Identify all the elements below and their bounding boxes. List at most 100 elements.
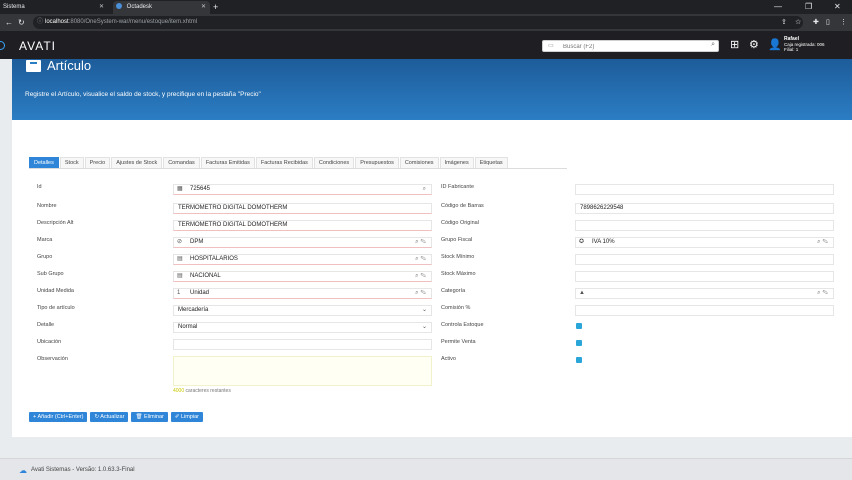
- close-tab-icon[interactable]: ✕: [201, 1, 206, 13]
- clear-button[interactable]: ✐ Limpiar: [170, 412, 204, 422]
- label-detalle: Detalle: [37, 322, 55, 328]
- label-grupo-fiscal: Grupo Fiscal: [441, 237, 473, 243]
- back-arrow-icon[interactable]: ←: [5, 16, 13, 29]
- label-categoria: Categoría: [441, 288, 466, 294]
- update-button[interactable]: ↻ Actualizar: [90, 412, 129, 422]
- tab-facturas-emitidas[interactable]: Facturas Emitidas: [200, 157, 255, 168]
- extensions-icon[interactable]: ✚: [813, 17, 819, 28]
- comision-field[interactable]: [575, 305, 834, 316]
- tab-comisiones[interactable]: Comisiones: [399, 157, 439, 168]
- label-ubicacion: Ubicación: [37, 339, 62, 345]
- id-fabricante-field[interactable]: [575, 184, 834, 195]
- tab-imagenes[interactable]: Imágenes: [439, 157, 474, 168]
- cloud-icon: ☁: [19, 466, 27, 475]
- search-icon[interactable]: ⌕: [711, 41, 715, 49]
- tab-presupuestos[interactable]: Presupuestos: [355, 157, 399, 168]
- tab-precio[interactable]: Precio: [84, 157, 111, 168]
- char-counter: 4000 caracteres restantes: [173, 388, 231, 394]
- search-input[interactable]: [563, 42, 703, 51]
- char-count-text: caracteres restantes: [185, 388, 231, 394]
- footer-text: Avati Sistemas - Versão: 1.0.63.3-Final: [31, 467, 135, 473]
- add-button[interactable]: + Añadir (Ctrl+Enter): [29, 412, 88, 422]
- add-square-icon[interactable]: ⊞: [730, 39, 739, 51]
- info-icon: ⓘ: [37, 19, 44, 25]
- tax-icon: ✪: [579, 239, 585, 245]
- keyboard-icon: ▭: [548, 43, 554, 49]
- url-input[interactable]: ⓘ localhost:8080/OneSystem-war/menu/esto…: [33, 16, 803, 29]
- grupo-fiscal-field[interactable]: ✪ IVA 10% ⌕✎: [575, 237, 834, 248]
- id-field[interactable]: ▦ 725645 ⌕: [173, 184, 432, 195]
- marca-field[interactable]: ⊘ DPM ⌕✎: [173, 237, 432, 248]
- close-tab-icon[interactable]: ✕: [99, 1, 104, 13]
- codigo-barras-field[interactable]: 7898626229548: [575, 203, 834, 214]
- tab-comandas[interactable]: Comandas: [163, 157, 200, 168]
- tab-ajustes-stock[interactable]: Ajustes de Stock: [111, 157, 163, 168]
- share-icon[interactable]: ⇪: [781, 17, 787, 28]
- label-codigo-barras: Código de Barras: [441, 203, 484, 209]
- detalle-select[interactable]: Normal ⌄: [173, 322, 432, 333]
- group-icon: ▤: [177, 256, 183, 262]
- tab-condiciones[interactable]: Condiciones: [313, 157, 355, 168]
- menu-kebab-icon[interactable]: ⋮: [840, 17, 847, 28]
- tab-detalles[interactable]: Detalles: [29, 157, 59, 168]
- ubicacion-field[interactable]: [173, 339, 432, 350]
- tipo-select[interactable]: Mercadería ⌄: [173, 305, 432, 316]
- label-codigo-original: Código Original: [441, 220, 479, 226]
- sidebar-icon[interactable]: ▯: [826, 17, 830, 28]
- search-edit-icons[interactable]: ⌕✎: [817, 238, 830, 247]
- observacion-textarea[interactable]: [173, 356, 432, 386]
- search-edit-icons[interactable]: ⌕✎: [415, 238, 428, 247]
- label-comision: Comisión %: [441, 305, 471, 311]
- article-form-panel: Detalles Stock Precio Ajustes de Stock C…: [12, 120, 852, 437]
- browser-address-bar: ← ↻ ⓘ localhost:8080/OneSystem-war/menu/…: [0, 14, 852, 31]
- subgrupo-value: NACIONAL: [190, 273, 221, 279]
- tab-etiquetas[interactable]: Etiquetas: [474, 157, 508, 168]
- categoria-field[interactable]: ▲ ⌕✎: [575, 288, 834, 299]
- tipo-value: Mercadería: [178, 307, 209, 313]
- controla-estoque-checkbox[interactable]: [576, 323, 582, 329]
- article-icon: [26, 60, 41, 72]
- browser-tab-sistema[interactable]: Sistema ✕: [0, 1, 108, 14]
- permite-venta-checkbox[interactable]: [576, 340, 582, 346]
- user-avatar-icon[interactable]: 👤: [768, 39, 782, 51]
- stock-maximo-field[interactable]: [575, 271, 834, 282]
- close-window-icon[interactable]: ✕: [834, 1, 841, 13]
- activo-checkbox[interactable]: [576, 357, 582, 363]
- chevron-down-icon: ⌄: [421, 307, 427, 313]
- label-grupo: Grupo: [37, 254, 53, 260]
- global-search[interactable]: ▭ ⌕: [542, 40, 719, 52]
- grupo-value: HOSPITALARIOS: [190, 256, 238, 262]
- search-edit-icons[interactable]: ⌕✎: [415, 289, 428, 298]
- search-edit-icons[interactable]: ⌕✎: [817, 289, 830, 298]
- reload-icon[interactable]: ↻: [18, 16, 25, 29]
- char-count-number: 4000: [173, 388, 185, 394]
- tab-stock[interactable]: Stock: [59, 157, 84, 168]
- stock-minimo-field[interactable]: [575, 254, 834, 265]
- app-footer: ☁ Avati Sistemas - Versão: 1.0.63.3-Fina…: [0, 458, 852, 480]
- nombre-field[interactable]: TERMOMETRO DIGITAL DOMOTHERM: [173, 203, 432, 214]
- grupo-field[interactable]: ▤ HOSPITALARIOS ⌕✎: [173, 254, 432, 265]
- new-tab-button[interactable]: +: [213, 1, 218, 13]
- label-tipo: Tipo de artículo: [37, 305, 75, 311]
- codigo-original-field[interactable]: [575, 220, 834, 231]
- search-edit-icons[interactable]: ⌕✎: [415, 255, 428, 264]
- gear-icon[interactable]: ⚙: [749, 39, 759, 51]
- logo-mark-icon: [0, 41, 5, 50]
- unidad-field[interactable]: 1 Unidad ⌕✎: [173, 288, 432, 299]
- browser-tab-octadesk[interactable]: Octadesk ✕: [113, 1, 210, 14]
- label-permite-venta: Permite Venta: [441, 339, 476, 345]
- subgrupo-field[interactable]: ▤ NACIONAL ⌕✎: [173, 271, 432, 282]
- grupo-fiscal-value: IVA 10%: [592, 239, 615, 245]
- star-icon[interactable]: ☆: [795, 17, 801, 28]
- chevron-down-icon: ⌄: [421, 324, 427, 330]
- user-info: Rafael Caja registrada: 006 Filial: 1: [784, 37, 825, 53]
- delete-button[interactable]: 🗑 Eliminar: [131, 412, 168, 422]
- restore-window-icon[interactable]: ❐: [805, 1, 812, 13]
- descripcion-field[interactable]: TERMOMETRO DIGITAL DOMOTHERM: [173, 220, 432, 231]
- minimize-window-icon[interactable]: —: [774, 1, 782, 13]
- search-edit-icons[interactable]: ⌕✎: [415, 272, 428, 281]
- app-logo[interactable]: AVATI: [19, 39, 56, 53]
- tab-facturas-recibidas[interactable]: Facturas Recibidas: [255, 157, 313, 168]
- search-icon[interactable]: ⌕: [423, 185, 428, 194]
- label-activo: Activo: [441, 356, 456, 362]
